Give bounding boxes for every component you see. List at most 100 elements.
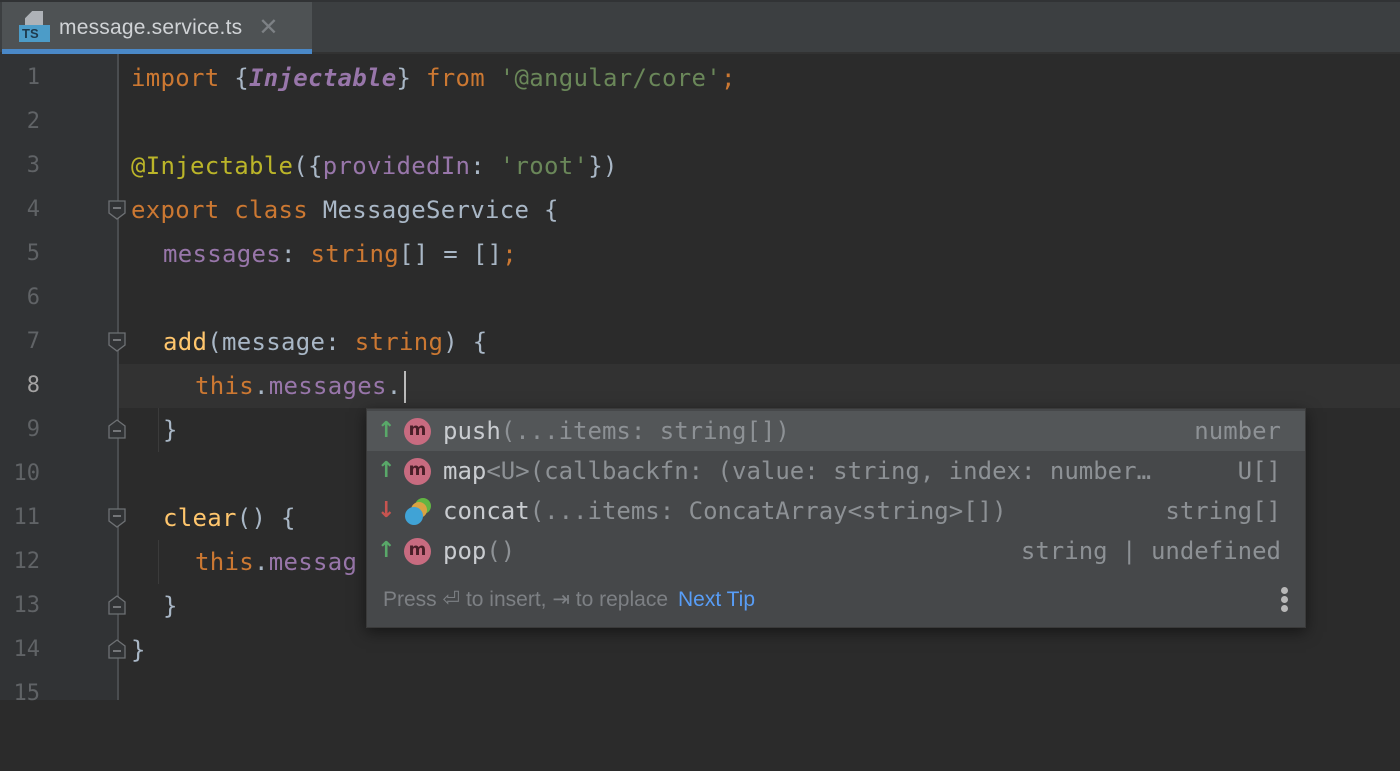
- line-number: 2: [26, 109, 40, 134]
- line-number: 5: [26, 241, 40, 266]
- string-literal: '@angular/core': [499, 64, 721, 92]
- line-number: 12: [13, 549, 41, 574]
- method-icon: m: [404, 418, 431, 445]
- dot: .: [386, 372, 402, 400]
- completion-signature: <U>(callbackfn: (value: string, index: n…: [486, 457, 1152, 485]
- completion-name: pop: [443, 537, 487, 565]
- semicolon: ;: [502, 240, 517, 268]
- completion-name: map: [443, 457, 487, 485]
- brace: }: [131, 636, 146, 664]
- line-number: 15: [13, 681, 41, 706]
- code-line-11: clear() {: [163, 496, 296, 540]
- brace: }: [396, 64, 412, 92]
- property: providedIn: [322, 152, 471, 180]
- completion-item-push[interactable]: ↑ m push(...items: string[]) number: [367, 411, 1305, 451]
- keyword: this: [195, 372, 254, 400]
- class-name: MessageService: [322, 196, 530, 224]
- dot: .: [254, 372, 269, 400]
- indent-guide: [158, 540, 159, 584]
- fold-open-icon[interactable]: [108, 508, 126, 528]
- keyword: class: [234, 196, 323, 224]
- completion-signature: (...items: string[]): [500, 417, 790, 445]
- fold-close-icon[interactable]: [108, 419, 126, 439]
- line-number: 11: [13, 505, 41, 530]
- semicolon: ;: [721, 64, 736, 92]
- completion-item-pop[interactable]: ↑ m pop() string | undefined: [367, 531, 1305, 571]
- line-number: 10: [13, 461, 41, 486]
- arrow-down-icon: ↓: [377, 498, 396, 523]
- field-name: messag: [268, 548, 358, 576]
- completion-signature: (): [486, 537, 516, 565]
- line-number: 14: [13, 637, 41, 662]
- hint-text: to replace: [569, 588, 668, 611]
- type: string: [310, 240, 399, 268]
- line-number: 9: [26, 417, 40, 442]
- line-number: 7: [26, 329, 40, 354]
- code-line-8[interactable]: this.messages.: [195, 364, 406, 408]
- fold-open-icon[interactable]: [108, 332, 126, 352]
- code-line-12: this.messag: [195, 540, 357, 584]
- fold-open-icon[interactable]: [108, 200, 126, 220]
- code-line-1: import {Injectable} from '@angular/core'…: [131, 56, 736, 100]
- code-line-5: messages: string[] = [];: [163, 232, 517, 276]
- hint-text: to insert,: [460, 588, 553, 611]
- arrow-up-icon: ↑: [377, 418, 396, 443]
- line-number: 6: [26, 285, 40, 310]
- keyword: this: [195, 548, 254, 576]
- code-line-4: export class MessageService {: [131, 188, 559, 232]
- dot: .: [254, 548, 269, 576]
- import-name: Injectable: [249, 64, 397, 92]
- file-tab[interactable]: TS message.service.ts ✕: [2, 2, 312, 54]
- method-icon: m: [404, 538, 431, 565]
- brace: }: [163, 416, 178, 444]
- paren: () {: [236, 504, 296, 532]
- indent-guide: [158, 408, 159, 452]
- enter-key-icon: ⏎: [442, 588, 461, 611]
- completion-return-type: U[]: [1237, 457, 1281, 485]
- completion-return-type: number: [1194, 417, 1281, 445]
- field-name: messages: [163, 240, 281, 268]
- completion-item-concat[interactable]: ↓ concat(...items: ConcatArray<string>[]…: [367, 491, 1305, 531]
- completion-item-map[interactable]: ↑ m map<U>(callbackfn: (value: string, i…: [367, 451, 1305, 491]
- line-number: 13: [13, 593, 41, 618]
- arrow-up-icon: ↑: [377, 538, 396, 563]
- completion-hint: Press ⏎ to insert, ⇥ to replace Next Tip: [383, 585, 755, 615]
- paren: }): [588, 152, 618, 180]
- method-name: clear: [163, 504, 237, 532]
- parameter: message: [222, 328, 326, 356]
- code-line-3: @Injectable({providedIn: 'root'}): [131, 144, 618, 188]
- keyword: export: [131, 196, 235, 224]
- keyword: import: [131, 64, 235, 92]
- close-icon[interactable]: ✕: [258, 16, 278, 40]
- paren: ) {: [443, 328, 488, 356]
- completion-name: push: [443, 417, 501, 445]
- line-number: 4: [26, 197, 40, 222]
- colon: :: [281, 240, 311, 268]
- line-number: 1: [26, 65, 40, 90]
- code-line-14: }: [131, 628, 146, 672]
- brace: {: [529, 196, 559, 224]
- fold-close-icon[interactable]: [108, 595, 126, 615]
- keyword: from: [411, 64, 500, 92]
- next-tip-link[interactable]: Next Tip: [678, 588, 755, 611]
- overloads-icon: [405, 498, 431, 525]
- colon: :: [325, 328, 355, 356]
- code-line-13: }: [163, 584, 178, 628]
- type: string: [354, 328, 444, 356]
- editor-tab-bar: TS message.service.ts ✕: [0, 0, 1400, 54]
- fold-close-icon[interactable]: [108, 639, 126, 659]
- line-number: 3: [26, 153, 40, 178]
- field-name: messages: [268, 372, 387, 400]
- file-tab-label: message.service.ts: [59, 16, 243, 39]
- code-completion-popup: ↑ m push(...items: string[]) number ↑ m …: [366, 408, 1306, 628]
- initializer: [] = []: [399, 240, 503, 268]
- completion-return-type: string[]: [1165, 497, 1281, 525]
- paren: ({: [293, 152, 323, 180]
- colon: :: [470, 152, 500, 180]
- decorator: @Injectable: [131, 152, 294, 180]
- brace: {: [234, 64, 249, 92]
- code-line-7: add(message: string) {: [163, 320, 488, 364]
- more-options-icon[interactable]: [1281, 587, 1289, 613]
- completion-name: concat: [443, 497, 530, 525]
- hint-text: Press: [383, 588, 443, 611]
